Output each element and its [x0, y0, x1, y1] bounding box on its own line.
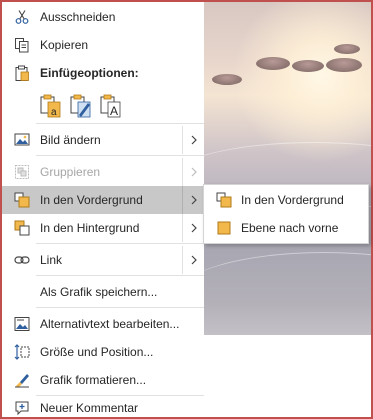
chevron-right-icon: [182, 158, 204, 186]
context-menu: Ausschneiden Kopieren Einfügeoptionen: a…: [2, 2, 204, 417]
separator: [36, 123, 204, 124]
paste-keep-formatting-icon[interactable]: a: [40, 93, 62, 119]
bring-to-front-icon: [14, 192, 30, 208]
submenu-bring-forward-label: Ebene nach vorne: [241, 221, 339, 235]
new-comment-menu-item[interactable]: Neuer Kommentar: [2, 391, 204, 419]
paste-options-label: Einfügeoptionen:: [40, 66, 139, 80]
paste-picture-icon[interactable]: [70, 93, 92, 119]
paste-text-only-icon[interactable]: A: [100, 93, 122, 119]
separator: [36, 307, 204, 308]
bring-to-front-label: In den Vordergrund: [40, 193, 143, 207]
new-comment-label: Neuer Kommentar: [40, 401, 139, 415]
group-menu-item: Gruppieren: [2, 158, 204, 186]
svg-text:A: A: [110, 104, 118, 118]
size-position-menu-item[interactable]: Größe und Position...: [2, 338, 204, 366]
chevron-right-icon: [182, 246, 204, 274]
copy-icon: [14, 37, 30, 53]
bring-to-front-submenu: In den Vordergrund Ebene nach vorne: [203, 184, 369, 244]
submenu-bring-to-front-label: In den Vordergrund: [241, 193, 344, 207]
alt-text-menu-item[interactable]: Alternativtext bearbeiten...: [2, 310, 204, 338]
cut-menu-item[interactable]: Ausschneiden: [2, 3, 204, 31]
alt-text-icon: [14, 316, 30, 332]
format-brush-icon: [14, 372, 30, 388]
link-menu-item[interactable]: Link: [2, 246, 204, 274]
link-label: Link: [40, 253, 63, 267]
change-picture-label: Bild ändern: [40, 133, 101, 147]
svg-text:a: a: [51, 107, 57, 118]
send-to-back-label: In den Hintergrund: [40, 221, 140, 235]
bring-to-front-menu-item[interactable]: In den Vordergrund: [2, 186, 204, 214]
size-position-label: Größe und Position...: [40, 345, 154, 359]
slide-background-image[interactable]: [204, 2, 371, 335]
format-picture-menu-item[interactable]: Grafik formatieren...: [2, 366, 204, 394]
group-label: Gruppieren: [40, 165, 101, 179]
link-icon: [14, 252, 30, 268]
separator: [36, 275, 204, 276]
separator: [36, 155, 204, 156]
send-to-back-icon: [14, 220, 30, 236]
submenu-bring-forward-item[interactable]: Ebene nach vorne: [204, 214, 368, 242]
chevron-right-icon: [182, 186, 204, 214]
cut-label: Ausschneiden: [40, 10, 116, 24]
size-position-icon: [14, 344, 30, 360]
group-icon: [14, 164, 30, 180]
copy-label: Kopieren: [40, 38, 89, 52]
change-picture-icon: [14, 132, 30, 148]
bring-forward-icon: [216, 220, 232, 236]
paste-options-header: Einfügeoptionen:: [2, 59, 204, 87]
save-as-picture-menu-item[interactable]: Als Grafik speichern...: [2, 278, 204, 306]
clipboard-icon: [14, 65, 30, 81]
chevron-right-icon: [182, 126, 204, 154]
separator: [36, 243, 204, 244]
submenu-bring-to-front-item[interactable]: In den Vordergrund: [204, 186, 368, 214]
chevron-right-icon: [182, 214, 204, 242]
bring-to-front-icon: [216, 192, 232, 208]
save-as-picture-label: Als Grafik speichern...: [40, 285, 158, 299]
send-to-back-menu-item[interactable]: In den Hintergrund: [2, 214, 204, 242]
format-picture-label: Grafik formatieren...: [40, 373, 147, 387]
scissors-icon: [14, 9, 30, 25]
alt-text-label: Alternativtext bearbeiten...: [40, 317, 180, 331]
change-picture-menu-item[interactable]: Bild ändern: [2, 126, 204, 154]
copy-menu-item[interactable]: Kopieren: [2, 31, 204, 59]
new-comment-icon: [14, 400, 30, 416]
